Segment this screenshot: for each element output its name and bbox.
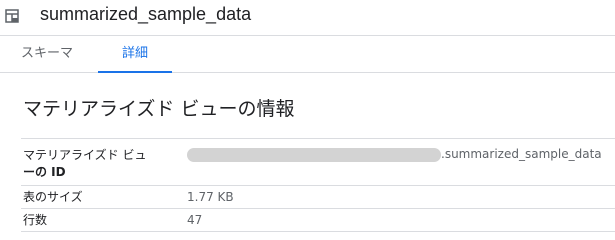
materialized-view-icon bbox=[5, 9, 19, 23]
page-header: summarized_sample_data bbox=[0, 0, 615, 36]
id-suffix: .summarized_sample_data bbox=[441, 147, 602, 161]
row-label-rows: 行数 bbox=[23, 213, 48, 227]
section-title: マテリアライズド ビューの情報 bbox=[23, 98, 295, 120]
row-value-size: 1.77 KB bbox=[187, 190, 234, 204]
row-value-rows: 47 bbox=[187, 213, 203, 227]
label-line1: マテリアライズド ビュ bbox=[23, 148, 147, 162]
details-page: summarized_sample_data スキーマ 詳細 マテリアライズド … bbox=[0, 0, 615, 233]
properties-table: マテリアライズド ビュ ーの ID .summarized_sample_dat… bbox=[21, 138, 615, 232]
table-row: 行数 47 bbox=[21, 209, 615, 232]
tab-details[interactable]: 詳細 bbox=[98, 36, 172, 73]
redacted-project-id bbox=[187, 147, 441, 162]
tab-bar: スキーマ 詳細 bbox=[0, 36, 615, 73]
table-row: 表のサイズ 1.77 KB bbox=[21, 186, 615, 209]
row-label-size: 表のサイズ bbox=[23, 190, 83, 204]
row-label-id: マテリアライズド ビュ ーの ID bbox=[23, 147, 163, 181]
page-title: summarized_sample_data bbox=[40, 4, 252, 24]
table-row: マテリアライズド ビュ ーの ID .summarized_sample_dat… bbox=[21, 139, 615, 186]
row-value-id[interactable]: .summarized_sample_data bbox=[187, 146, 602, 163]
tab-schema[interactable]: スキーマ bbox=[7, 36, 87, 72]
label-line2: ーの ID bbox=[23, 165, 66, 179]
